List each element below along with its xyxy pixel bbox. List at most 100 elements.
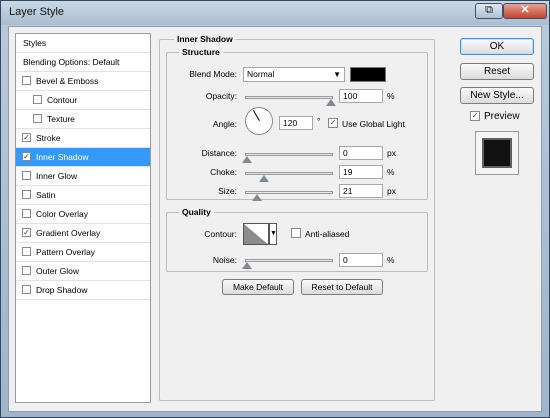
blend-mode-select[interactable]: Normal ▼	[243, 67, 345, 82]
noise-slider[interactable]	[242, 259, 333, 269]
close-button[interactable]: ✕	[503, 3, 547, 19]
use-global-light-checkbox[interactable]: ✓	[328, 118, 338, 128]
use-global-light-label: Use Global Light	[342, 119, 405, 129]
reset-to-default-button[interactable]: Reset to Default	[301, 279, 383, 295]
structure-group: Structure Blend Mode: Normal ▼ Opacity: …	[166, 47, 428, 201]
style-item-label: Bevel & Emboss	[36, 76, 99, 86]
contour-dropdown[interactable]: ▼	[269, 223, 277, 245]
style-item[interactable]: Bevel & Emboss	[16, 72, 150, 91]
distance-slider-handle[interactable]	[242, 156, 252, 163]
structure-title: Structure	[179, 47, 223, 57]
style-item-checkbox[interactable]	[22, 76, 31, 85]
distance-unit: px	[387, 148, 396, 158]
style-item-label: Texture	[47, 114, 75, 124]
style-item[interactable]: ✓ Stroke	[16, 129, 150, 148]
shadow-color-swatch[interactable]	[350, 67, 386, 82]
style-item-checkbox[interactable]	[33, 114, 42, 123]
style-item[interactable]: Pattern Overlay	[16, 243, 150, 262]
style-item-label: Pattern Overlay	[36, 247, 96, 257]
style-item-checkbox[interactable]	[22, 266, 31, 275]
preview-label: Preview	[484, 111, 520, 122]
quality-title: Quality	[179, 207, 214, 217]
styles-header[interactable]: Styles	[16, 34, 150, 53]
angle-input[interactable]: 120	[279, 116, 313, 130]
size-input[interactable]: 21	[339, 184, 383, 198]
choke-input[interactable]: 19	[339, 165, 383, 179]
opacity-slider-handle[interactable]	[326, 99, 336, 106]
style-item-checkbox[interactable]	[22, 285, 31, 294]
style-item[interactable]: ✓ Gradient Overlay	[16, 224, 150, 243]
title-bar[interactable]: Layer Style ⧉ ✕	[1, 1, 549, 25]
style-item-label: Contour	[47, 95, 78, 105]
angle-unit: °	[317, 116, 321, 126]
help-button[interactable]: ⧉	[475, 3, 503, 19]
blend-mode-label: Blend Mode:	[189, 69, 237, 79]
style-item-checkbox[interactable]: ✓	[22, 133, 31, 142]
size-unit: px	[387, 186, 396, 196]
new-style-button[interactable]: New Style...	[460, 87, 534, 104]
close-icon: ✕	[520, 4, 530, 16]
style-item-checkbox[interactable]: ✓	[22, 152, 31, 161]
anti-aliased-checkbox[interactable]	[291, 228, 301, 238]
style-item-checkbox[interactable]	[22, 209, 31, 218]
choke-slider[interactable]	[245, 172, 333, 182]
style-item-checkbox[interactable]	[22, 190, 31, 199]
distance-input[interactable]: 0	[339, 146, 383, 160]
style-item[interactable]: Drop Shadow	[16, 281, 150, 300]
style-item-checkbox[interactable]	[22, 171, 31, 180]
noise-unit: %	[387, 255, 395, 265]
style-item[interactable]: Outer Glow	[16, 262, 150, 281]
size-slider[interactable]	[245, 191, 333, 201]
preview-checkbox[interactable]: ✓	[470, 111, 480, 121]
style-item-checkbox[interactable]: ✓	[22, 228, 31, 237]
noise-label: Noise:	[212, 255, 237, 265]
quality-group: Quality Contour: ▼ Anti-aliased Noise: 0…	[166, 207, 428, 272]
preview-thumbnail	[482, 138, 512, 168]
opacity-slider[interactable]	[245, 96, 336, 106]
window-title: Layer Style	[9, 6, 65, 18]
noise-input[interactable]: 0	[339, 253, 383, 267]
style-item[interactable]: Satin	[16, 186, 150, 205]
help-icon: ⧉	[485, 4, 493, 16]
angle-dial[interactable]	[245, 107, 273, 135]
layer-style-dialog: Layer Style ⧉ ✕ Styles Blending Options:…	[0, 0, 550, 418]
reset-button[interactable]: Reset	[460, 63, 534, 80]
style-item-label: Drop Shadow	[36, 285, 88, 295]
style-item-checkbox[interactable]	[22, 247, 31, 256]
opacity-unit: %	[387, 91, 395, 101]
style-item-label: Satin	[36, 190, 56, 200]
style-item[interactable]: Contour	[16, 91, 150, 110]
style-item[interactable]: Inner Glow	[16, 167, 150, 186]
style-item-label: Outer Glow	[36, 266, 79, 276]
blend-mode-value: Normal	[247, 69, 275, 79]
chevron-down-icon: ▼	[270, 230, 277, 237]
angle-hand-icon	[253, 110, 260, 121]
panel-title: Inner Shadow	[174, 34, 236, 44]
dialog-body: Styles Blending Options: Default Bevel &…	[8, 26, 542, 412]
ok-button[interactable]: OK	[460, 38, 534, 55]
distance-slider[interactable]	[242, 153, 333, 163]
contour-curve-icon	[244, 224, 268, 244]
size-slider-handle[interactable]	[252, 194, 262, 201]
inner-shadow-panel: Inner Shadow Structure Blend Mode: Norma…	[159, 34, 435, 401]
style-item[interactable]: Texture	[16, 110, 150, 129]
size-label: Size:	[218, 186, 237, 196]
blending-options[interactable]: Blending Options: Default	[16, 53, 150, 72]
choke-label: Choke:	[210, 167, 237, 177]
styles-list: Styles Blending Options: Default Bevel &…	[15, 33, 151, 403]
style-preview	[475, 131, 519, 175]
contour-picker[interactable]	[243, 223, 269, 245]
opacity-input[interactable]: 100	[339, 89, 383, 103]
style-item-checkbox[interactable]	[33, 95, 42, 104]
style-item[interactable]: Color Overlay	[16, 205, 150, 224]
style-item-label: Stroke	[36, 133, 61, 143]
make-default-button[interactable]: Make Default	[222, 279, 294, 295]
contour-label: Contour:	[204, 229, 237, 239]
style-item-label: Inner Glow	[36, 171, 78, 181]
style-item[interactable]: ✓ Inner Shadow	[16, 148, 150, 167]
style-item-label: Inner Shadow	[36, 152, 89, 162]
style-item-label: Gradient Overlay	[36, 228, 101, 238]
chevron-down-icon: ▼	[333, 70, 341, 79]
choke-slider-handle[interactable]	[259, 175, 269, 182]
noise-slider-handle[interactable]	[242, 262, 252, 269]
